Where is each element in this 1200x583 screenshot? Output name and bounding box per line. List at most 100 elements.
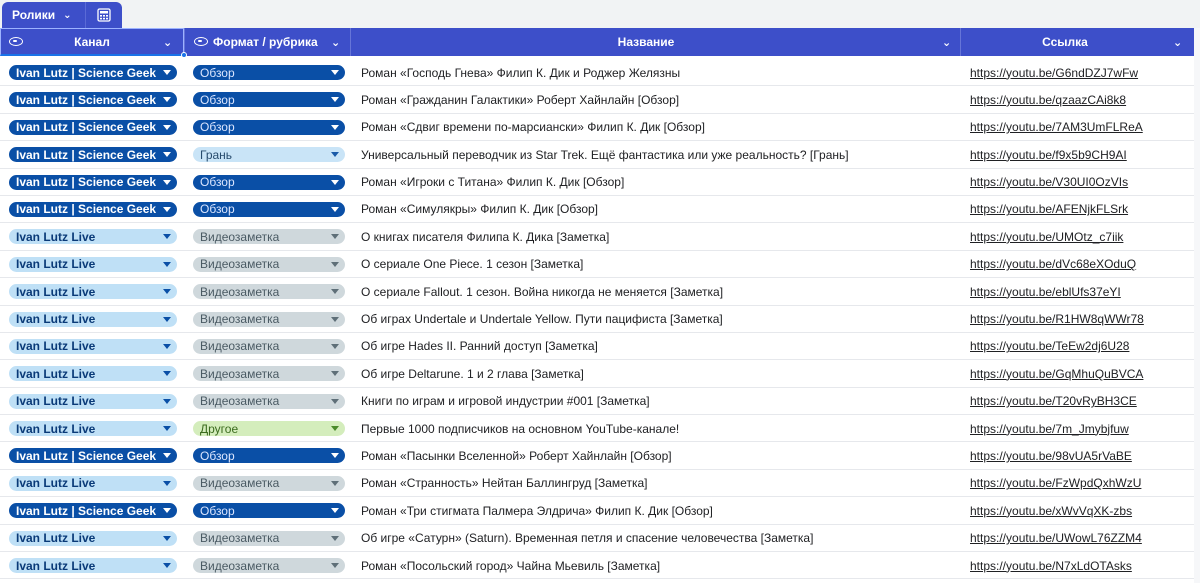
- title-cell[interactable]: Роман «Пасынки Вселенной» Роберт Хайнлай…: [361, 442, 956, 469]
- dropdown-arrow-icon[interactable]: [163, 426, 171, 432]
- video-link[interactable]: https://youtu.be/N7xLdOTAsks: [970, 552, 1190, 579]
- video-link[interactable]: https://youtu.be/UWowL76ZZM4: [970, 525, 1190, 552]
- format-cell[interactable]: Видеозаметка: [193, 306, 345, 333]
- video-link[interactable]: https://youtu.be/FzWpdQxhWzU: [970, 470, 1190, 497]
- table-row[interactable]: Ivan Lutz Live Видеозаметка Роман «Странно…: [0, 470, 1194, 498]
- dropdown-arrow-icon[interactable]: [163, 316, 171, 322]
- table-row[interactable]: Ivan Lutz | Science Geek Обзор Роман «Игро…: [0, 169, 1194, 196]
- format-select[interactable]: Видеозаметка: [193, 338, 345, 354]
- chevron-down-icon[interactable]: ⌄: [1173, 36, 1182, 49]
- table-row[interactable]: Ivan Lutz | Science Geek Грань Универсальн…: [0, 141, 1194, 169]
- format-select[interactable]: Обзор: [193, 92, 345, 108]
- channel-select[interactable]: Ivan Lutz Live: [9, 558, 177, 574]
- title-cell[interactable]: Об игре Deltarune. 1 и 2 глава [Заметка]: [361, 360, 956, 387]
- calculator-icon[interactable]: [85, 2, 122, 28]
- dropdown-arrow-icon[interactable]: [163, 152, 171, 158]
- dropdown-arrow-icon[interactable]: [163, 289, 171, 295]
- channel-select[interactable]: Ivan Lutz Live: [9, 393, 177, 409]
- title-cell[interactable]: Роман «Игроки с Титана» Филип К. Дик [Об…: [361, 169, 956, 196]
- format-select[interactable]: Обзор: [193, 201, 345, 217]
- format-cell[interactable]: Видеозаметка: [193, 552, 345, 579]
- dropdown-arrow-icon[interactable]: [163, 261, 171, 267]
- dropdown-arrow-icon[interactable]: [163, 97, 171, 103]
- format-select[interactable]: Обзор: [193, 119, 345, 135]
- video-link[interactable]: https://youtu.be/V30UI0OzVIs: [970, 169, 1190, 196]
- dropdown-arrow-icon[interactable]: [331, 234, 339, 240]
- channel-cell[interactable]: Ivan Lutz Live: [9, 223, 177, 250]
- dropdown-arrow-icon[interactable]: [163, 343, 171, 349]
- channel-cell[interactable]: Ivan Lutz | Science Geek: [9, 114, 177, 141]
- format-cell[interactable]: Обзор: [193, 169, 345, 196]
- table-row[interactable]: Ivan Lutz | Science Geek Обзор Роман «Три …: [0, 497, 1194, 525]
- format-select[interactable]: Видеозаметка: [193, 284, 345, 300]
- title-cell[interactable]: Роман «Сдвиг времени по-марсиански» Фили…: [361, 114, 956, 141]
- dropdown-arrow-icon[interactable]: [331, 206, 339, 212]
- format-select[interactable]: Видеозаметка: [193, 393, 345, 409]
- table-row[interactable]: Ivan Lutz Live Видеозаметка О книгах писат…: [0, 223, 1194, 251]
- format-cell[interactable]: Обзор: [193, 59, 345, 86]
- format-cell[interactable]: Видеозаметка: [193, 360, 345, 387]
- dropdown-arrow-icon[interactable]: [331, 124, 339, 130]
- channel-select[interactable]: Ivan Lutz Live: [9, 338, 177, 354]
- dropdown-arrow-icon[interactable]: [331, 97, 339, 103]
- dropdown-arrow-icon[interactable]: [331, 563, 339, 569]
- format-cell[interactable]: Другое: [193, 415, 345, 442]
- dropdown-arrow-icon[interactable]: [331, 179, 339, 185]
- dropdown-arrow-icon[interactable]: [331, 535, 339, 541]
- dropdown-arrow-icon[interactable]: [331, 371, 339, 377]
- video-link[interactable]: https://youtu.be/GqMhuQuBVCA: [970, 360, 1190, 387]
- title-cell[interactable]: Универсальный переводчик из Star Trek. Е…: [361, 141, 956, 168]
- title-cell[interactable]: Об игре «Сатурн» (Saturn). Временная пет…: [361, 525, 956, 552]
- dropdown-arrow-icon[interactable]: [331, 398, 339, 404]
- dropdown-arrow-icon[interactable]: [331, 343, 339, 349]
- channel-cell[interactable]: Ivan Lutz Live: [9, 360, 177, 387]
- dropdown-arrow-icon[interactable]: [163, 124, 171, 130]
- table-row[interactable]: Ivan Lutz Live Видеозаметка О сериале Fall…: [0, 278, 1194, 306]
- video-link[interactable]: https://youtu.be/f9x5b9CH9AI: [970, 141, 1190, 168]
- format-cell[interactable]: Видеозаметка: [193, 251, 345, 278]
- video-link[interactable]: https://youtu.be/AFENjkFLSrk: [970, 196, 1190, 223]
- video-link[interactable]: https://youtu.be/UMOtz_c7iik: [970, 223, 1190, 250]
- title-cell[interactable]: О книгах писателя Филипа К. Дика [Заметк…: [361, 223, 956, 250]
- channel-cell[interactable]: Ivan Lutz | Science Geek: [9, 169, 177, 196]
- channel-select[interactable]: Ivan Lutz Live: [9, 366, 177, 382]
- format-select[interactable]: Обзор: [193, 503, 345, 519]
- format-cell[interactable]: Обзор: [193, 86, 345, 113]
- channel-cell[interactable]: Ivan Lutz | Science Geek: [9, 442, 177, 469]
- title-cell[interactable]: Роман «Посольский город» Чайна Мьевиль […: [361, 552, 956, 579]
- channel-select[interactable]: Ivan Lutz | Science Geek: [9, 201, 177, 217]
- dropdown-arrow-icon[interactable]: [331, 453, 339, 459]
- channel-cell[interactable]: Ivan Lutz Live: [9, 552, 177, 579]
- channel-select[interactable]: Ivan Lutz Live: [9, 475, 177, 491]
- chevron-down-icon[interactable]: ⌄: [942, 36, 951, 49]
- format-cell[interactable]: Обзор: [193, 196, 345, 223]
- table-row[interactable]: Ivan Lutz Live Видеозаметка Роман «Посольс…: [0, 552, 1194, 580]
- video-link[interactable]: https://youtu.be/TeEw2dj6U28: [970, 333, 1190, 360]
- format-cell[interactable]: Обзор: [193, 497, 345, 524]
- format-select[interactable]: Видеозаметка: [193, 366, 345, 382]
- table-row[interactable]: Ivan Lutz Live Видеозаметка Книги по играм…: [0, 388, 1194, 416]
- title-cell[interactable]: О сериале Fallout. 1 сезон. Война никогд…: [361, 278, 956, 305]
- dropdown-arrow-icon[interactable]: [331, 261, 339, 267]
- channel-select[interactable]: Ivan Lutz | Science Geek: [9, 448, 177, 464]
- table-row[interactable]: Ivan Lutz Live Видеозаметка Об игре Deltar…: [0, 360, 1194, 388]
- video-link[interactable]: https://youtu.be/G6ndDZJ7wFw: [970, 59, 1190, 86]
- dropdown-arrow-icon[interactable]: [163, 371, 171, 377]
- dropdown-arrow-icon[interactable]: [163, 563, 171, 569]
- table-row[interactable]: Ivan Lutz Live Видеозаметка Об игре «Сатур…: [0, 525, 1194, 553]
- channel-cell[interactable]: Ivan Lutz | Science Geek: [9, 196, 177, 223]
- video-link[interactable]: https://youtu.be/R1HW8qWWr78: [970, 306, 1190, 333]
- format-select[interactable]: Обзор: [193, 65, 345, 80]
- column-header-format[interactable]: Формат / рубрика ⌄: [185, 28, 350, 56]
- video-link[interactable]: https://youtu.be/xWvVqXK-zbs: [970, 497, 1190, 524]
- channel-cell[interactable]: Ivan Lutz Live: [9, 415, 177, 442]
- dropdown-arrow-icon[interactable]: [163, 234, 171, 240]
- channel-select[interactable]: Ivan Lutz Live: [9, 284, 177, 300]
- column-header-channel[interactable]: Канал ⌄: [0, 28, 184, 56]
- table-row[interactable]: Ivan Lutz Live Видеозаметка Об играх Under…: [0, 306, 1194, 333]
- channel-select[interactable]: Ivan Lutz | Science Geek: [9, 92, 177, 108]
- format-cell[interactable]: Грань: [193, 141, 345, 168]
- format-select[interactable]: Видеозаметка: [193, 558, 345, 574]
- channel-select[interactable]: Ivan Lutz | Science Geek: [9, 174, 177, 190]
- title-cell[interactable]: Роман «Господь Гнева» Филип К. Дик и Род…: [361, 59, 956, 86]
